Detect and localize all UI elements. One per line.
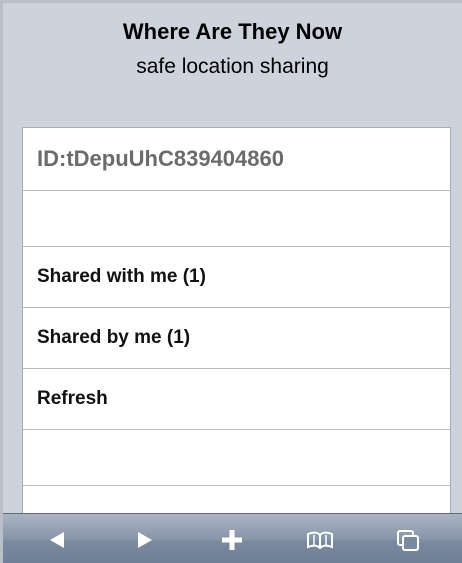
user-id-row: ID:tDepuUhC839404860 <box>23 128 450 191</box>
app-screen: Where Are They Now safe location sharing… <box>0 0 462 563</box>
app-header: Where Are They Now safe location sharing <box>3 3 462 123</box>
forward-button[interactable] <box>120 520 170 560</box>
forward-icon <box>137 532 152 548</box>
refresh-item[interactable]: Refresh <box>23 369 450 430</box>
browser-toolbar <box>3 513 462 563</box>
bookmarks-icon <box>307 531 334 550</box>
shared-by-me-label: Shared by me (1) <box>37 327 191 348</box>
app-title: Where Are They Now <box>122 19 343 44</box>
back-button[interactable] <box>32 520 82 560</box>
add-button[interactable] <box>207 520 257 560</box>
blank-row <box>23 430 450 486</box>
shared-with-me-label: Shared with me (1) <box>37 266 206 287</box>
back-icon <box>49 532 64 548</box>
blank-row <box>23 486 450 513</box>
pages-icon <box>397 530 420 551</box>
app-subtitle: safe location sharing <box>136 55 329 78</box>
shared-by-me-item[interactable]: Shared by me (1) <box>23 308 450 369</box>
plus-icon <box>222 530 243 550</box>
shared-with-me-item[interactable]: Shared with me (1) <box>23 247 450 308</box>
menu-list: ID:tDepuUhC839404860 Shared with me (1) … <box>22 127 451 513</box>
refresh-label: Refresh <box>37 388 108 409</box>
pages-button[interactable] <box>383 520 433 560</box>
bookmarks-button[interactable] <box>295 520 345 560</box>
blank-row <box>23 191 450 247</box>
